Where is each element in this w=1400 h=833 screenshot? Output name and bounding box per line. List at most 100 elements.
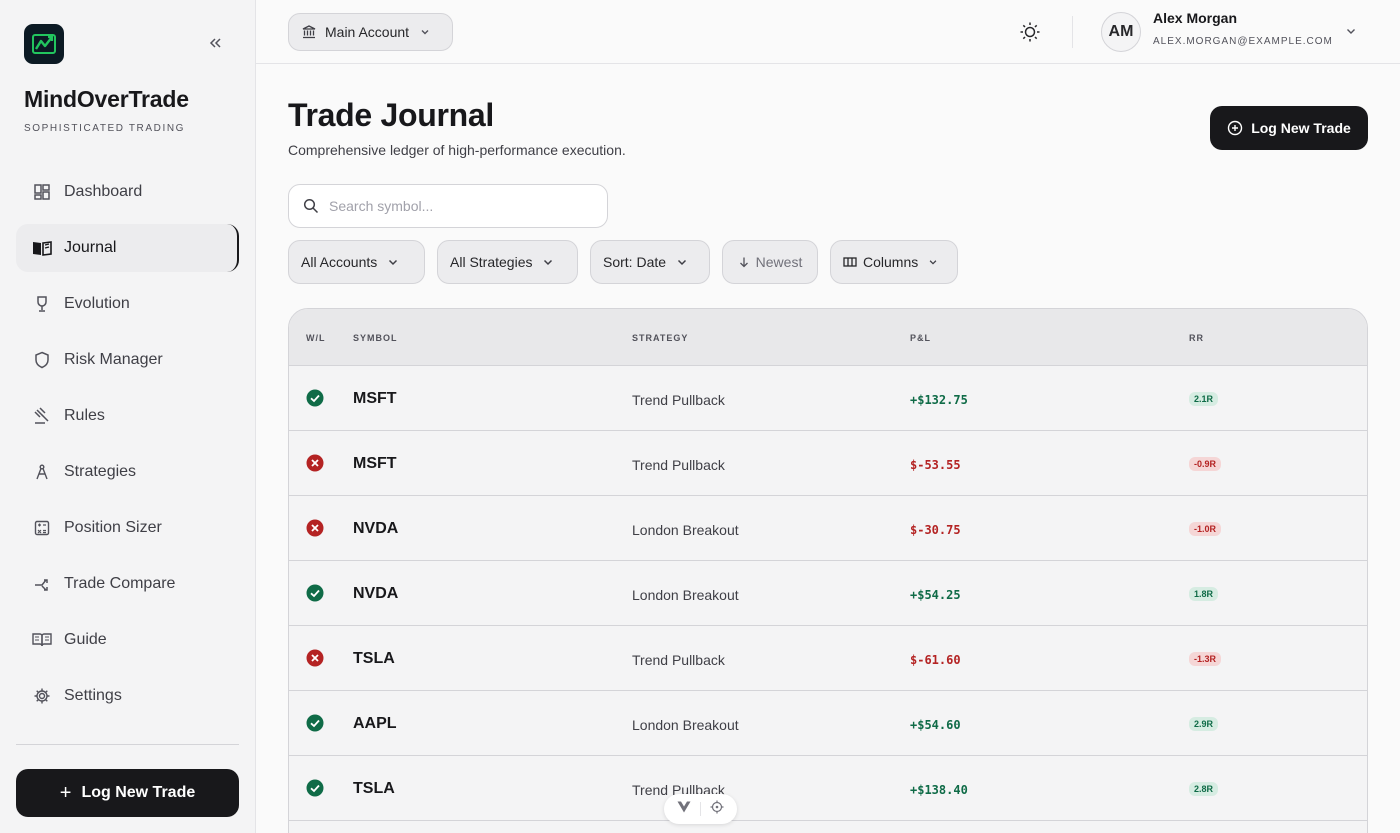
row-pnl: $-30.75 <box>910 523 961 537</box>
user-menu-chevron-icon[interactable] <box>1344 24 1358 38</box>
sidebar-item-dashboard[interactable]: Dashboard <box>16 168 239 216</box>
book-icon <box>32 630 52 650</box>
table-row[interactable]: TSLA Trend Pullback +$138.40 2.8R <box>289 756 1367 821</box>
vue-logo-icon[interactable] <box>677 800 691 818</box>
user-name: Alex Morgan <box>1153 10 1238 26</box>
row-pnl: +$132.75 <box>910 393 968 407</box>
table-row[interactable]: NVDA London Breakout $-30.75 -1.0R <box>289 496 1367 561</box>
row-strategy: Trend Pullback <box>632 392 725 408</box>
sidebar-item-label: Guide <box>64 631 107 648</box>
table-row[interactable]: TSLA Trend Pullback $-61.60 -1.3R <box>289 626 1367 691</box>
sidebar-item-rules[interactable]: Rules <box>16 392 239 440</box>
chevrons-left-icon <box>209 38 221 48</box>
shield-icon <box>32 350 52 370</box>
sidebar-item-label: Rules <box>64 407 105 424</box>
header-rr[interactable]: RR <box>1189 333 1204 343</box>
log-new-trade-button[interactable]: Log New Trade <box>1210 106 1368 150</box>
sort-filter[interactable]: Sort: Date <box>590 240 710 284</box>
sidebar-item-strategies[interactable]: Strategies <box>16 448 239 496</box>
sidebar-item-journal[interactable]: Journal <box>16 224 239 272</box>
account-selector-label: Main Account <box>325 24 410 40</box>
row-rr-badge: -0.9R <box>1189 457 1222 471</box>
sidebar-item-label: Position Sizer <box>64 519 162 536</box>
row-symbol: TSLA <box>353 780 395 797</box>
row-strategy: London Breakout <box>632 522 739 538</box>
chevron-down-icon <box>676 256 688 268</box>
sidebar-item-label: Dashboard <box>64 183 143 200</box>
row-pnl: $-61.60 <box>910 653 961 667</box>
page-subtitle: Comprehensive ledger of high-performance… <box>288 142 626 158</box>
crosshair-icon[interactable] <box>710 800 724 819</box>
user-email: ALEX.MORGAN@EXAMPLE.COM <box>1153 36 1333 47</box>
sidebar-item-label: Risk Manager <box>64 351 163 368</box>
table-row[interactable]: MSFT Trend Pullback $-53.55 -0.9R <box>289 431 1367 496</box>
plus-circle-icon <box>1227 120 1243 136</box>
sidebar-log-trade-button[interactable]: + Log New Trade <box>16 769 239 817</box>
sidebar-item-label: Settings <box>64 687 122 704</box>
compare-arrows-icon <box>32 574 52 594</box>
row-rr-badge: -1.3R <box>1189 652 1222 666</box>
row-symbol: NVDA <box>353 585 399 602</box>
search-box <box>288 184 608 228</box>
collapse-sidebar-button[interactable] <box>204 32 226 54</box>
app-logo[interactable] <box>24 24 64 64</box>
sidebar-item-position-sizer[interactable]: Position Sizer <box>16 504 239 552</box>
sidebar-item-evolution[interactable]: Evolution <box>16 280 239 328</box>
sort-order-label: Newest <box>755 254 803 270</box>
accounts-filter[interactable]: All Accounts <box>288 240 425 284</box>
compass-icon <box>32 462 52 482</box>
table-header: W/L SYMBOL STRATEGY P&L RR <box>289 309 1367 366</box>
row-rr-badge: 1.8R <box>1189 587 1219 601</box>
sidebar-nav: Dashboard Journal Evolution Risk Manager… <box>16 168 239 728</box>
chevron-down-icon <box>419 26 431 38</box>
row-symbol: TSLA <box>353 650 395 667</box>
sidebar-item-label: Evolution <box>64 295 130 312</box>
row-pnl: $-53.55 <box>910 458 961 472</box>
book-open-icon <box>32 238 52 258</box>
trophy-icon <box>32 294 52 314</box>
sidebar-item-guide[interactable]: Guide <box>16 616 239 664</box>
plus-icon: + <box>59 782 72 804</box>
avatar[interactable]: AM <box>1101 12 1141 52</box>
header-strategy[interactable]: STRATEGY <box>632 333 688 343</box>
sidebar-log-trade-label: Log New Trade <box>81 784 196 801</box>
header-symbol[interactable]: SYMBOL <box>353 333 398 343</box>
gear-icon <box>32 686 52 706</box>
brand-tagline: SOPHISTICATED TRADING <box>24 123 186 134</box>
sidebar-item-risk-manager[interactable]: Risk Manager <box>16 336 239 384</box>
table-row[interactable]: AAPL London Breakout +$54.60 2.9R <box>289 691 1367 756</box>
row-symbol: MSFT <box>353 455 397 472</box>
row-symbol: NVDA <box>353 520 399 537</box>
sidebar-item-settings[interactable]: Settings <box>16 672 239 720</box>
sort-filter-label: Sort: Date <box>603 254 667 270</box>
row-pnl: +$54.25 <box>910 588 961 602</box>
topbar: Main Account AM Alex Morgan ALEX.MORGAN@… <box>256 0 1400 64</box>
account-selector[interactable]: Main Account <box>288 13 453 51</box>
header-pnl[interactable]: P&L <box>910 333 931 343</box>
search-input[interactable] <box>329 198 589 214</box>
sidebar-item-trade-compare[interactable]: Trade Compare <box>16 560 239 608</box>
calculator-icon <box>32 518 52 538</box>
sidebar-item-label: Strategies <box>64 463 137 480</box>
row-rr-badge: 2.9R <box>1189 717 1219 731</box>
columns-label: Columns <box>863 254 919 270</box>
theme-toggle-button[interactable] <box>1018 20 1042 44</box>
loss-x-icon <box>306 649 324 667</box>
row-rr-badge: 2.1R <box>1189 392 1219 406</box>
gavel-icon <box>32 406 52 426</box>
row-rr-badge: 2.8R <box>1189 782 1219 796</box>
dashboard-icon <box>32 182 52 202</box>
table-row[interactable]: MSFT Trend Pullback +$132.75 2.1R <box>289 366 1367 431</box>
floating-toolbar <box>664 794 737 824</box>
row-pnl: +$54.60 <box>910 718 961 732</box>
header-wl[interactable]: W/L <box>306 333 326 343</box>
row-rr-badge: -1.0R <box>1189 522 1222 536</box>
win-check-icon <box>306 779 324 797</box>
columns-button[interactable]: Columns <box>830 240 958 284</box>
sort-order-button[interactable]: Newest <box>722 240 818 284</box>
table-row[interactable]: NVDA London Breakout +$54.25 1.8R <box>289 561 1367 626</box>
strategies-filter[interactable]: All Strategies <box>437 240 578 284</box>
chart-logo-icon <box>32 34 56 54</box>
win-check-icon <box>306 714 324 732</box>
row-strategy: London Breakout <box>632 587 739 603</box>
